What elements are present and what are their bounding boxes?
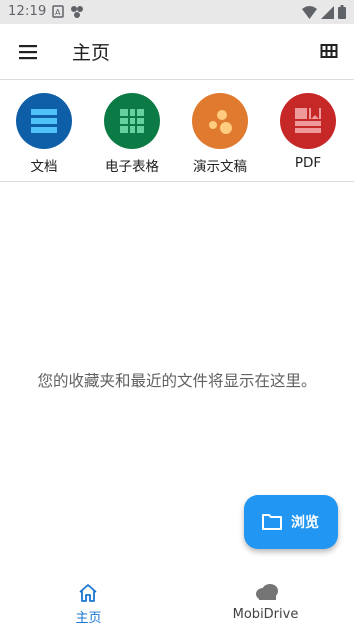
spreadsheet-icon: [120, 109, 144, 133]
pdf-icon: [295, 108, 321, 133]
bottom-navigation: 主页 MobiDrive: [0, 575, 354, 631]
cloud-icon: [256, 584, 278, 600]
empty-state-message: 您的收藏夹和最近的文件将显示在这里。: [37, 372, 317, 390]
create-document-label: 文档: [30, 159, 58, 175]
status-bar: 12:19 A: [0, 0, 354, 24]
grid-view-icon: [320, 44, 338, 58]
signal-icon: [321, 5, 334, 19]
pdf-icon-circle: [280, 93, 336, 149]
presentation-icon-circle: [192, 93, 248, 149]
home-icon: [79, 584, 97, 602]
browse-button[interactable]: 浏览: [244, 495, 338, 549]
status-time: 12:19: [8, 4, 47, 19]
nav-label-home: 主页: [75, 611, 102, 626]
nav-label-mobidrive: MobiDrive: [232, 607, 299, 622]
app-bar-divider: [0, 79, 354, 80]
page-title: 主页: [72, 42, 111, 64]
create-presentation-label: 演示文稿: [193, 159, 247, 175]
nav-item-home[interactable]: 主页: [0, 575, 177, 631]
hamburger-menu-icon: [19, 45, 37, 60]
create-document-button[interactable]: 文档: [0, 91, 88, 177]
svg-text:A: A: [55, 8, 61, 17]
create-pdf-label: PDF: [294, 155, 322, 171]
create-row-divider: [0, 181, 354, 182]
create-new-row: 文档 电子表格 演示文稿 PDF: [0, 81, 354, 181]
spreadsheet-icon-circle: [104, 93, 160, 149]
share-nodes-icon: [71, 6, 83, 18]
nav-item-mobidrive[interactable]: MobiDrive: [177, 575, 354, 631]
browse-button-label: 浏览: [291, 515, 319, 531]
battery-icon: [338, 5, 346, 19]
wifi-icon: [302, 5, 317, 19]
document-icon: [31, 109, 57, 133]
document-icon-circle: [16, 93, 72, 149]
create-spreadsheet-label: 电子表格: [105, 159, 159, 175]
folder-icon: [262, 514, 282, 530]
create-pdf-button[interactable]: PDF: [264, 91, 352, 177]
presentation-icon: [209, 110, 232, 134]
a-box-icon: A: [52, 5, 64, 18]
app-bar: 主页: [0, 24, 354, 80]
create-presentation-button[interactable]: 演示文稿: [176, 91, 264, 177]
menu-button[interactable]: [16, 40, 40, 64]
grid-view-button[interactable]: [320, 42, 340, 62]
create-spreadsheet-button[interactable]: 电子表格: [88, 91, 176, 177]
